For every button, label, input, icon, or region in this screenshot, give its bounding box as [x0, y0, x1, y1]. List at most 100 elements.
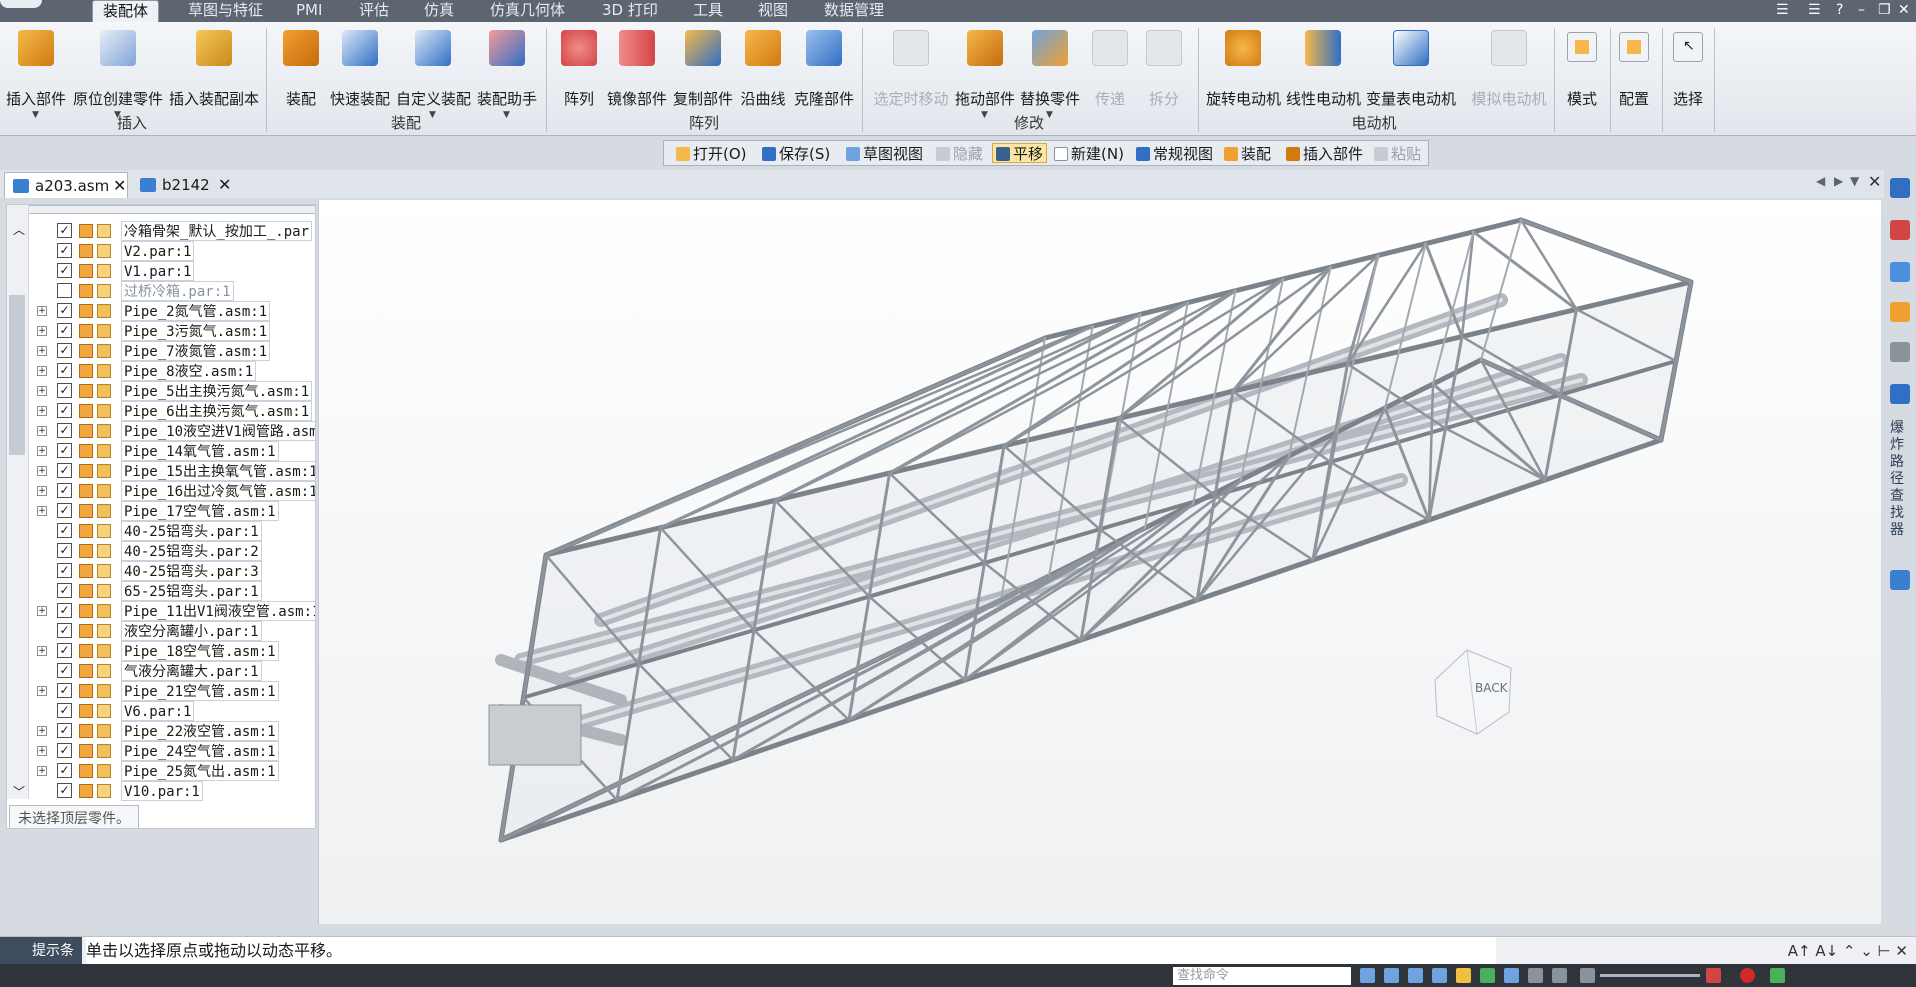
- expand-icon[interactable]: +: [37, 746, 47, 756]
- visibility-checkbox[interactable]: ✓: [57, 503, 72, 518]
- settings-icon[interactable]: [1890, 570, 1910, 590]
- visibility-checkbox[interactable]: ✓: [57, 243, 72, 258]
- visibility-checkbox[interactable]: ✓: [57, 703, 72, 718]
- doc-tab-a203[interactable]: a203.asm ✕: [4, 172, 128, 198]
- rotational-motor-button[interactable]: 旋转电动机: [1206, 26, 1281, 126]
- ribbon-layout-icon[interactable]: ☰: [1808, 0, 1821, 22]
- create-in-place-button[interactable]: 原位创建零件 ▼: [72, 26, 164, 126]
- expand-icon[interactable]: +: [37, 366, 47, 376]
- help-panel-icon[interactable]: [1890, 178, 1910, 198]
- qbar-paste[interactable]: 粘贴: [1374, 144, 1421, 164]
- zoom-slider[interactable]: [1600, 974, 1700, 977]
- visibility-checkbox[interactable]: ✓: [57, 623, 72, 638]
- tree-item[interactable]: ✓ 气液分离罐大.par:1: [7, 661, 315, 681]
- tree-item[interactable]: + ✓ Pipe_10液空进V1阀管路.asm: [7, 421, 315, 441]
- insert-part-button[interactable]: 插入部件 ▼: [4, 26, 68, 126]
- visibility-checkbox[interactable]: ✓: [57, 383, 72, 398]
- expand-icon[interactable]: +: [37, 506, 47, 516]
- tree-item[interactable]: ✓ V2.par:1: [7, 241, 315, 261]
- tree-item[interactable]: + ✓ Pipe_5出主换污氮气.asm:1: [7, 381, 315, 401]
- tab-sketch-features[interactable]: 草图与特征: [178, 0, 273, 22]
- select-button[interactable]: ↖ 选择: [1668, 30, 1708, 130]
- visibility-checkbox[interactable]: ✓: [57, 583, 72, 598]
- layers-icon[interactable]: [1890, 220, 1910, 240]
- network-icon[interactable]: [1770, 968, 1785, 983]
- library-icon[interactable]: [1890, 262, 1910, 282]
- expand-icon[interactable]: +: [37, 646, 47, 656]
- scroll-down-icon[interactable]: ﹀: [13, 783, 25, 800]
- tree-item[interactable]: + ✓ Pipe_6出主换污氮气.asm:1: [7, 401, 315, 421]
- tree-item[interactable]: ✓ 65-25铝弯头.par:1: [7, 581, 315, 601]
- tree-item[interactable]: 过桥冷箱.par:1: [7, 281, 315, 301]
- visibility-checkbox[interactable]: ✓: [57, 403, 72, 418]
- copy-part-button[interactable]: 复制部件: [672, 26, 734, 126]
- tab-scroll-left-icon[interactable]: ◀: [1816, 174, 1825, 188]
- application-button[interactable]: [0, 0, 42, 8]
- visibility-checkbox[interactable]: ✓: [57, 303, 72, 318]
- visibility-checkbox[interactable]: ✓: [57, 663, 72, 678]
- qbar-sketch-view[interactable]: 草图视图: [846, 144, 923, 164]
- tree-item[interactable]: + ✓ Pipe_15出主换氧气管.asm:1: [7, 461, 315, 481]
- visibility-checkbox[interactable]: ✓: [57, 323, 72, 338]
- qbar-insert-part[interactable]: 插入部件: [1286, 144, 1363, 164]
- qbar-normal-view[interactable]: 常规视图: [1136, 144, 1213, 164]
- visibility-checkbox[interactable]: ✓: [57, 363, 72, 378]
- graphics-window[interactable]: BACK: [318, 200, 1881, 924]
- visibility-checkbox[interactable]: ✓: [57, 563, 72, 578]
- replace-part-button[interactable]: 替换零件 ▼: [1018, 26, 1082, 126]
- drag-component-button[interactable]: 拖动部件 ▼: [954, 26, 1016, 126]
- tree-item[interactable]: + ✓ Pipe_25氮气出.asm:1: [7, 761, 315, 781]
- expand-icon[interactable]: +: [37, 306, 47, 316]
- zoom-area-icon[interactable]: [1384, 968, 1399, 983]
- tab-scroll-right-icon[interactable]: ▶: [1834, 174, 1843, 188]
- visibility-checkbox[interactable]: ✓: [57, 263, 72, 278]
- expand-icon[interactable]: +: [37, 726, 47, 736]
- ribbon-options-icon[interactable]: ☰: [1776, 0, 1789, 22]
- assembly-assistant-button[interactable]: 装配助手 ▼: [474, 26, 540, 126]
- close-icon[interactable]: ✕: [1898, 0, 1910, 22]
- tab-simulation-geometry[interactable]: 仿真几何体: [480, 0, 575, 22]
- record-icon[interactable]: [1706, 968, 1721, 983]
- tree-item[interactable]: + ✓ Pipe_21空气管.asm:1: [7, 681, 315, 701]
- qbar-pan[interactable]: 平移: [992, 143, 1048, 163]
- expand-icon[interactable]: +: [37, 686, 47, 696]
- mirror-part-button[interactable]: 镜像部件: [606, 26, 668, 126]
- tab-simulation[interactable]: 仿真: [414, 0, 464, 22]
- visibility-checkbox[interactable]: ✓: [57, 543, 72, 558]
- transfer-button[interactable]: 传递: [1090, 26, 1130, 126]
- tree-item[interactable]: + ✓ Pipe_18空气管.asm:1: [7, 641, 315, 661]
- qbar-save[interactable]: 保存(S): [762, 144, 830, 164]
- tree-item[interactable]: ✓ 40-25铝弯头.par:3: [7, 561, 315, 581]
- linear-motor-button[interactable]: 线性电动机: [1286, 26, 1361, 126]
- visibility-checkbox[interactable]: ✓: [57, 223, 72, 238]
- zoom-icon[interactable]: [1408, 968, 1423, 983]
- visibility-checkbox[interactable]: ✓: [57, 743, 72, 758]
- tab-view[interactable]: 视图: [748, 0, 798, 22]
- assemble-button[interactable]: 装配: [276, 26, 326, 126]
- help-icon[interactable]: ?: [1836, 0, 1843, 22]
- tab-pmi[interactable]: PMI: [286, 0, 332, 22]
- tree-item[interactable]: ✓ V10.par:1: [7, 781, 315, 801]
- tree-item[interactable]: + ✓ Pipe_2氮气管.asm:1: [7, 301, 315, 321]
- visibility-checkbox[interactable]: ✓: [57, 423, 72, 438]
- tab-tools[interactable]: 工具: [683, 0, 733, 22]
- tree-item[interactable]: + ✓ Pipe_16出过冷氮气管.asm:1: [7, 481, 315, 501]
- along-curve-button[interactable]: 沿曲线: [738, 26, 788, 126]
- tree-item[interactable]: ✓ 液空分离罐小.par:1: [7, 621, 315, 641]
- expand-icon[interactable]: +: [37, 326, 47, 336]
- disperse-button[interactable]: 拆分: [1144, 26, 1184, 126]
- visibility-checkbox[interactable]: ✓: [57, 523, 72, 538]
- visibility-checkbox[interactable]: ✓: [57, 343, 72, 358]
- display-style-icon[interactable]: [1528, 968, 1543, 983]
- tree-item[interactable]: + ✓ Pipe_17空气管.asm:1: [7, 501, 315, 521]
- tab-data-management[interactable]: 数据管理: [814, 0, 894, 22]
- qbar-assemble[interactable]: 装配: [1224, 144, 1271, 164]
- prompt-controls[interactable]: A↑ A↓ ⌃ ⌄ ⊢ ✕: [1788, 937, 1908, 965]
- expand-icon[interactable]: +: [37, 406, 47, 416]
- doc-tab-b2142[interactable]: b2142 ✕: [132, 172, 238, 198]
- visibility-checkbox[interactable]: ✓: [57, 463, 72, 478]
- expand-icon[interactable]: +: [37, 766, 47, 776]
- stop-icon[interactable]: [1740, 968, 1755, 983]
- expand-icon[interactable]: +: [37, 386, 47, 396]
- tools-icon[interactable]: [1890, 342, 1910, 362]
